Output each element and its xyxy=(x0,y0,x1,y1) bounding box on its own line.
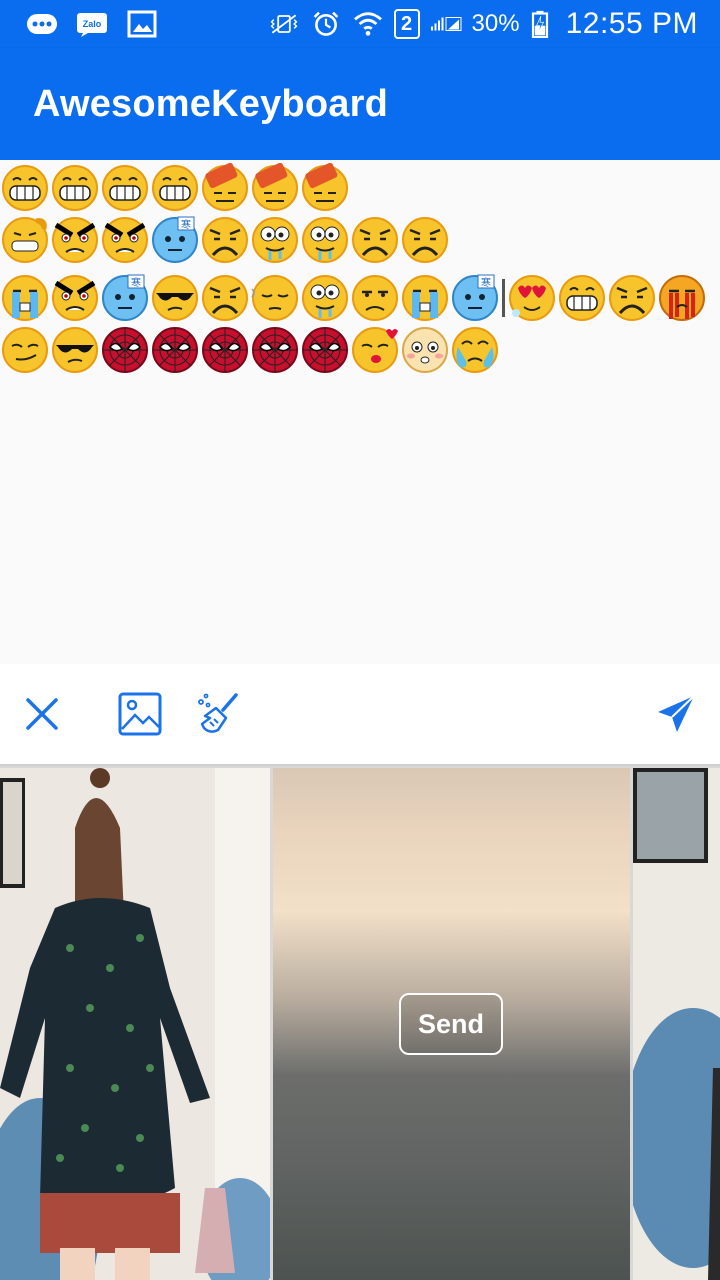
text-cursor xyxy=(502,279,505,317)
emoji-line: 寒寒 xyxy=(0,272,720,324)
app-bar: AwesomeKeyboard xyxy=(0,48,720,160)
battery-percentage: 30% xyxy=(471,10,520,37)
annoyed-emoji-icon xyxy=(350,273,400,323)
frown-emoji-icon xyxy=(200,215,250,265)
grin-emoji-icon xyxy=(100,163,150,213)
sleepy-emoji-icon xyxy=(250,273,300,323)
tear-emoji-icon xyxy=(450,325,500,375)
spider-emoji-icon xyxy=(100,325,150,375)
broom-icon[interactable] xyxy=(196,692,240,736)
drool-emoji-icon xyxy=(300,215,350,265)
drool-emoji-icon xyxy=(250,215,300,265)
drool-emoji-icon xyxy=(300,273,350,323)
frown-emoji-icon xyxy=(350,215,400,265)
spider-emoji-icon xyxy=(200,325,250,375)
frown-emoji-icon xyxy=(200,273,250,323)
close-icon[interactable] xyxy=(20,692,64,736)
status-left-icons: Zalo xyxy=(26,10,158,38)
wifi-icon xyxy=(352,10,384,38)
svg-text:Zalo: Zalo xyxy=(83,19,102,29)
brick-emoji-icon xyxy=(250,163,300,213)
clock: 12:55 PM xyxy=(565,7,698,40)
image-icon xyxy=(126,10,158,38)
gallery-photo[interactable] xyxy=(0,768,270,1280)
frown-emoji-icon xyxy=(607,273,657,323)
chat-bubble-icon xyxy=(26,10,58,38)
angry-emoji-icon xyxy=(100,215,150,265)
svg-text:寒: 寒 xyxy=(481,276,491,289)
grin-emoji-icon xyxy=(50,163,100,213)
bleed-emoji-icon xyxy=(657,273,707,323)
cool-emoji-icon xyxy=(150,273,200,323)
emoji-line xyxy=(0,324,720,376)
alarm-icon xyxy=(310,10,342,38)
cry-emoji-icon xyxy=(400,273,450,323)
brick-emoji-icon xyxy=(300,163,350,213)
spider-emoji-icon xyxy=(150,325,200,375)
kiss-emoji-icon xyxy=(350,325,400,375)
flex-emoji-icon xyxy=(0,215,50,265)
spider-emoji-icon xyxy=(250,325,300,375)
brick-emoji-icon xyxy=(200,163,250,213)
emoji-line xyxy=(0,162,720,214)
emoji-line: 寒 xyxy=(0,214,720,266)
gallery-photo[interactable] xyxy=(633,768,720,1280)
keyboard-toolbar xyxy=(0,664,720,764)
battery-charging-icon xyxy=(530,10,550,38)
svg-text:寒: 寒 xyxy=(181,218,191,231)
love-emoji-icon xyxy=(507,273,557,323)
angry-emoji-icon xyxy=(50,273,100,323)
status-right-icons: 2 30% 12:55 PM xyxy=(268,7,698,41)
freeze-emoji-icon: 寒 xyxy=(100,273,150,323)
shy-emoji-icon xyxy=(400,325,450,375)
image-icon[interactable] xyxy=(118,692,162,736)
send-photo-button[interactable]: Send xyxy=(399,993,503,1055)
frown-emoji-icon xyxy=(400,215,450,265)
status-bar: Zalo 2 30% 12:55 PM xyxy=(0,0,720,48)
spider-emoji-icon xyxy=(300,325,350,375)
photo-gallery: Send xyxy=(0,764,720,1280)
signal-icon xyxy=(430,10,462,38)
message-input-area[interactable]: 寒寒寒 xyxy=(0,160,720,664)
grin-emoji-icon xyxy=(150,163,200,213)
cry-emoji-icon xyxy=(0,273,50,323)
freeze-emoji-icon: 寒 xyxy=(450,273,500,323)
app-title: AwesomeKeyboard xyxy=(33,82,388,125)
grin-emoji-icon xyxy=(557,273,607,323)
send-icon[interactable] xyxy=(654,692,698,736)
grin-emoji-icon xyxy=(0,163,50,213)
freeze-emoji-icon: 寒 xyxy=(150,215,200,265)
smirk-emoji-icon xyxy=(0,325,50,375)
angry-emoji-icon xyxy=(50,215,100,265)
sim-indicator: 2 xyxy=(393,9,420,39)
zalo-icon: Zalo xyxy=(76,10,108,38)
cool-emoji-icon xyxy=(50,325,100,375)
svg-text:寒: 寒 xyxy=(131,276,141,289)
vibrate-icon xyxy=(268,10,300,38)
